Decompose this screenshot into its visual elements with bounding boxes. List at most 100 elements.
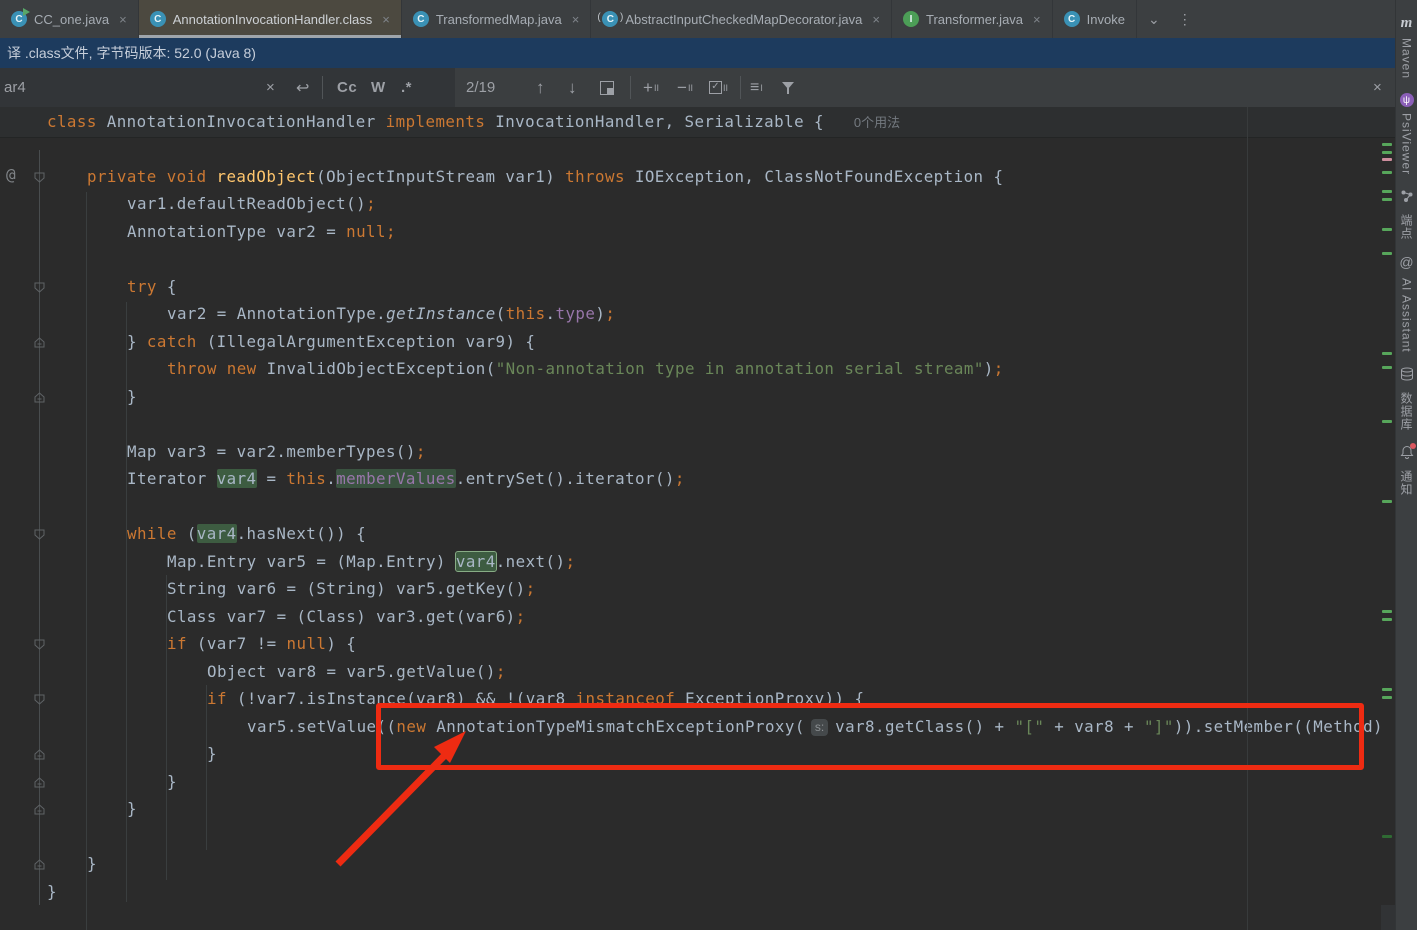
- code-token: if: [207, 689, 227, 708]
- tab-label: CC_one.java: [34, 11, 110, 27]
- clear-search-icon[interactable]: ×: [266, 68, 275, 107]
- next-match-icon[interactable]: ↓: [568, 68, 577, 107]
- code-token: try: [127, 277, 157, 296]
- code-token: var5.setValue((: [247, 717, 397, 736]
- tab-label: Invoke: [1086, 11, 1125, 27]
- close-tab-icon[interactable]: ×: [382, 12, 390, 27]
- code-token: }: [127, 332, 147, 351]
- error-stripe[interactable]: [1381, 107, 1395, 930]
- editor-tab[interactable]: C TransformedMap.java ×: [402, 0, 592, 38]
- chevron-down-icon[interactable]: ⌄: [1139, 11, 1169, 28]
- words-toggle[interactable]: W: [371, 68, 386, 107]
- code-token: String var6 = (String) var5.getKey(): [167, 579, 526, 598]
- bell-icon: [1400, 442, 1416, 464]
- editor-tab[interactable]: C() AbstractInputCheckedMapDecorator.java…: [591, 0, 892, 38]
- tab-label: Transformer.java: [925, 11, 1024, 27]
- editor-tab[interactable]: C CC_one.java ×: [0, 0, 139, 38]
- code-token: ): [983, 359, 994, 378]
- fold-collapse-icon[interactable]: [33, 336, 46, 354]
- fold-expand-icon[interactable]: [33, 638, 46, 656]
- filter-funnel-icon[interactable]: [781, 68, 795, 107]
- kebab-menu-icon[interactable]: ⋮: [1169, 11, 1201, 28]
- code-token: var4: [196, 524, 237, 543]
- tool-window-button-maven[interactable]: m Maven: [1396, 14, 1417, 79]
- code-token: getInstance: [386, 304, 496, 323]
- tool-window-button-ai-assistant[interactable]: @ AI Assistant: [1396, 254, 1417, 353]
- java-interface-icon: I: [902, 11, 919, 27]
- stripe-match-mark: [1382, 151, 1392, 154]
- decompiler-banner-text: 译 .class文件, 字节码版本: 52.0 (Java 8): [7, 45, 256, 61]
- code-token: ;: [674, 469, 685, 488]
- close-tab-icon[interactable]: ×: [872, 12, 880, 27]
- fold-collapse-icon[interactable]: [33, 776, 46, 794]
- tool-window-button-psiviewer[interactable]: ψ PsiViewer: [1396, 93, 1417, 175]
- remove-occurrence-icon[interactable]: − II: [677, 68, 693, 107]
- regex-toggle[interactable]: .*: [401, 68, 412, 107]
- editor-tab[interactable]: C Invoke: [1053, 0, 1137, 38]
- code-token: (IllegalArgumentException var9) {: [196, 332, 536, 351]
- code-token: catch: [146, 332, 197, 351]
- filter-options-icon[interactable]: ≡ I: [750, 68, 763, 107]
- right-tool-window-bar: m Maven ψ PsiViewer 端点 @ AI Assistant 数据库通知: [1395, 0, 1417, 930]
- tool-window-button-数据库[interactable]: 数据库: [1396, 367, 1417, 431]
- editor-tab[interactable]: C AnnotationInvocationHandler.class ×: [138, 0, 402, 38]
- code-token: while: [127, 524, 177, 543]
- notification-badge: [1409, 442, 1416, 449]
- code-token: (var7 !=: [186, 634, 287, 653]
- find-bar: ar4 × ↩ Cc W .* 2/19 ↑ ↓ + II − II ✓ II ≡ I …: [0, 68, 1395, 107]
- fold-expand-icon[interactable]: [33, 281, 46, 299]
- tool-window-label: 数据库: [1399, 391, 1413, 431]
- code-line: }: [207, 741, 217, 767]
- select-all-occurrences-icon[interactable]: ✓ II: [709, 68, 728, 107]
- fold-collapse-icon[interactable]: [33, 748, 46, 766]
- fold-collapse-icon[interactable]: [33, 858, 46, 876]
- stripe-match-mark: [1382, 228, 1392, 231]
- editor-tab[interactable]: I Transformer.java ×: [892, 0, 1053, 38]
- close-tab-icon[interactable]: ×: [1033, 12, 1041, 27]
- fold-expand-icon[interactable]: [33, 171, 46, 189]
- code-token: ;: [415, 442, 426, 461]
- code-token: }: [127, 799, 137, 818]
- find-in-selection-icon[interactable]: [600, 68, 614, 107]
- match-case-toggle[interactable]: Cc: [337, 68, 357, 107]
- tool-window-label: 端点: [1399, 214, 1413, 241]
- code-token: }: [207, 744, 217, 763]
- maven-icon: m: [1400, 15, 1413, 31]
- code-line: throw new InvalidObjectException("Non-an…: [167, 356, 1004, 382]
- add-occurrence-icon[interactable]: + II: [643, 68, 659, 107]
- code-line: }: [87, 851, 97, 877]
- code-line: Object var8 = var5.getValue();: [207, 659, 506, 685]
- tool-window-button-通知[interactable]: 通知: [1396, 442, 1417, 496]
- fold-expand-icon[interactable]: [33, 693, 46, 711]
- close-tab-icon[interactable]: ×: [572, 12, 580, 27]
- code-token: var4: [216, 469, 257, 488]
- code-line: try {: [127, 274, 177, 300]
- fold-collapse-icon[interactable]: [33, 803, 46, 821]
- stripe-match-mark: [1382, 366, 1392, 369]
- newline-icon[interactable]: ↩: [296, 68, 309, 107]
- fold-expand-icon[interactable]: [33, 528, 46, 546]
- stripe-match-mark: [1382, 252, 1392, 255]
- code-token: var2 = AnnotationType.: [167, 304, 387, 323]
- code-token: }: [167, 772, 177, 791]
- previous-match-icon[interactable]: ↑: [536, 68, 545, 107]
- database-icon: [1400, 367, 1414, 386]
- tool-window-button-端点[interactable]: 端点: [1396, 189, 1417, 240]
- code-token: ;: [515, 607, 526, 626]
- code-editor[interactable]: private void readObject(ObjectInputStrea…: [0, 107, 1395, 930]
- code-line: }: [127, 384, 137, 410]
- fold-collapse-icon[interactable]: [33, 391, 46, 409]
- indent-guide: [86, 192, 87, 930]
- code-line: AnnotationType var2 = null;: [127, 219, 396, 245]
- search-query-text[interactable]: ar4: [4, 68, 26, 107]
- java-class-pkg-icon: C(): [597, 11, 623, 27]
- close-tab-icon[interactable]: ×: [119, 12, 127, 27]
- code-token: Map.Entry var5 = (Map.Entry): [167, 552, 456, 571]
- psiviewer-icon: ψ: [1399, 93, 1414, 108]
- java-class-icon: C: [149, 11, 166, 27]
- code-token: ;: [525, 579, 536, 598]
- java-class-run-icon: C: [11, 8, 30, 27]
- search-input[interactable]: [0, 68, 455, 107]
- close-find-bar-icon[interactable]: ×: [1373, 68, 1382, 107]
- code-token: InvalidObjectException(: [256, 359, 496, 378]
